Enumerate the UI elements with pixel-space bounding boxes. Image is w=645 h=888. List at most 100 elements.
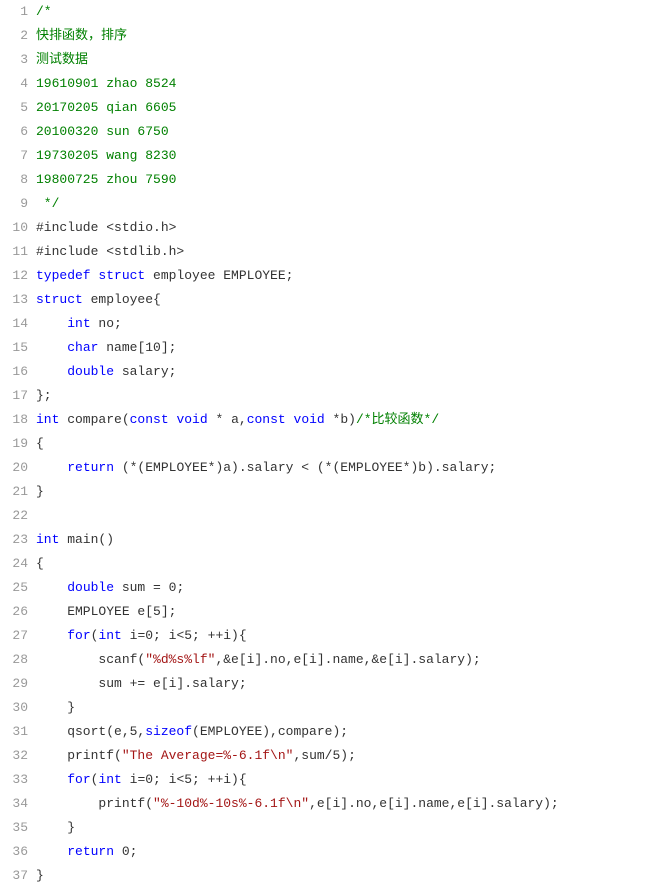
token: * a, bbox=[208, 412, 247, 427]
line-content: 快排函数，排序 bbox=[36, 24, 645, 48]
line-content: for(int i=0; i<5; ++i){ bbox=[36, 768, 645, 792]
line-content: double sum = 0; bbox=[36, 576, 645, 600]
line-number: 20 bbox=[0, 456, 36, 480]
token: scanf( bbox=[36, 652, 145, 667]
token bbox=[286, 412, 294, 427]
code-line: 20 return (*(EMPLOYEE*)a).salary < (*(EM… bbox=[0, 456, 645, 480]
token: 20100320 sun 6750 bbox=[36, 124, 169, 139]
token bbox=[36, 316, 67, 331]
code-line: 16 double salary; bbox=[0, 360, 645, 384]
token bbox=[36, 844, 67, 859]
line-number: 2 bbox=[0, 24, 36, 48]
code-line: 620100320 sun 6750 bbox=[0, 120, 645, 144]
token: int bbox=[98, 628, 121, 643]
line-content: } bbox=[36, 696, 645, 720]
token bbox=[36, 340, 67, 355]
line-number: 23 bbox=[0, 528, 36, 552]
token: salary; bbox=[114, 364, 176, 379]
line-number: 12 bbox=[0, 264, 36, 288]
line-number: 7 bbox=[0, 144, 36, 168]
line-content: struct employee{ bbox=[36, 288, 645, 312]
line-content: } bbox=[36, 864, 645, 888]
line-content: int no; bbox=[36, 312, 645, 336]
line-number: 36 bbox=[0, 840, 36, 864]
line-content: } bbox=[36, 480, 645, 504]
line-number: 13 bbox=[0, 288, 36, 312]
code-line: 33 for(int i=0; i<5; ++i){ bbox=[0, 768, 645, 792]
line-content: typedef struct employee EMPLOYEE; bbox=[36, 264, 645, 288]
token: return bbox=[67, 460, 114, 475]
token: qsort(e,5, bbox=[36, 724, 145, 739]
line-number: 30 bbox=[0, 696, 36, 720]
token: } bbox=[36, 700, 75, 715]
code-line: 11#include <stdlib.h> bbox=[0, 240, 645, 264]
line-content: return (*(EMPLOYEE*)a).salary < (*(EMPLO… bbox=[36, 456, 645, 480]
line-number: 8 bbox=[0, 168, 36, 192]
code-line: 24{ bbox=[0, 552, 645, 576]
token: for bbox=[67, 628, 90, 643]
token: 快排函数，排序 bbox=[36, 28, 127, 43]
line-content: }; bbox=[36, 384, 645, 408]
line-number: 24 bbox=[0, 552, 36, 576]
token: sizeof bbox=[145, 724, 192, 739]
line-content: { bbox=[36, 432, 645, 456]
token: "%d%s%lf" bbox=[145, 652, 215, 667]
token: } bbox=[36, 868, 44, 883]
token: no; bbox=[91, 316, 122, 331]
line-number: 15 bbox=[0, 336, 36, 360]
line-number: 14 bbox=[0, 312, 36, 336]
line-number: 27 bbox=[0, 624, 36, 648]
token: ,&e[i].no,e[i].name,&e[i].salary); bbox=[215, 652, 480, 667]
token: sum += e[i].salary; bbox=[36, 676, 247, 691]
code-line: 34 printf("%-10d%-10s%-6.1f\n",e[i].no,e… bbox=[0, 792, 645, 816]
code-line: 28 scanf("%d%s%lf",&e[i].no,e[i].name,&e… bbox=[0, 648, 645, 672]
token: i=0; i<5; ++i){ bbox=[122, 772, 247, 787]
code-line: 1/* bbox=[0, 0, 645, 24]
token: 19730205 wang 8230 bbox=[36, 148, 176, 163]
line-content: 19800725 zhou 7590 bbox=[36, 168, 645, 192]
line-content: qsort(e,5,sizeof(EMPLOYEE),compare); bbox=[36, 720, 645, 744]
line-content: #include <stdlib.h> bbox=[36, 240, 645, 264]
code-line: 36 return 0; bbox=[0, 840, 645, 864]
code-line: 10#include <stdio.h> bbox=[0, 216, 645, 240]
line-content bbox=[36, 504, 645, 528]
line-number: 37 bbox=[0, 864, 36, 888]
line-number: 9 bbox=[0, 192, 36, 216]
token: } bbox=[36, 484, 44, 499]
code-line: 29 sum += e[i].salary; bbox=[0, 672, 645, 696]
line-number: 21 bbox=[0, 480, 36, 504]
token: for bbox=[67, 772, 90, 787]
code-line: 2快排函数，排序 bbox=[0, 24, 645, 48]
line-content: { bbox=[36, 552, 645, 576]
token: void bbox=[294, 412, 325, 427]
token bbox=[36, 580, 67, 595]
code-line: 19{ bbox=[0, 432, 645, 456]
line-number: 16 bbox=[0, 360, 36, 384]
token: int bbox=[36, 532, 59, 547]
token: sum = 0; bbox=[114, 580, 184, 595]
token: main() bbox=[59, 532, 114, 547]
code-line: 17}; bbox=[0, 384, 645, 408]
code-line: 9 */ bbox=[0, 192, 645, 216]
code-line: 819800725 zhou 7590 bbox=[0, 168, 645, 192]
token: char bbox=[67, 340, 98, 355]
code-line: 719730205 wang 8230 bbox=[0, 144, 645, 168]
line-number: 33 bbox=[0, 768, 36, 792]
line-number: 35 bbox=[0, 816, 36, 840]
line-content: } bbox=[36, 816, 645, 840]
token: employee{ bbox=[83, 292, 161, 307]
token: } bbox=[36, 820, 75, 835]
line-content: printf("The Average=%-6.1f\n",sum/5); bbox=[36, 744, 645, 768]
token: { bbox=[36, 556, 44, 571]
line-number: 18 bbox=[0, 408, 36, 432]
line-content: */ bbox=[36, 192, 645, 216]
line-number: 3 bbox=[0, 48, 36, 72]
token: compare( bbox=[59, 412, 129, 427]
token: name[10]; bbox=[98, 340, 176, 355]
line-number: 17 bbox=[0, 384, 36, 408]
line-number: 31 bbox=[0, 720, 36, 744]
token: int bbox=[98, 772, 121, 787]
token: /*比较函数*/ bbox=[356, 412, 439, 427]
token: void bbox=[176, 412, 207, 427]
token: { bbox=[36, 436, 44, 451]
